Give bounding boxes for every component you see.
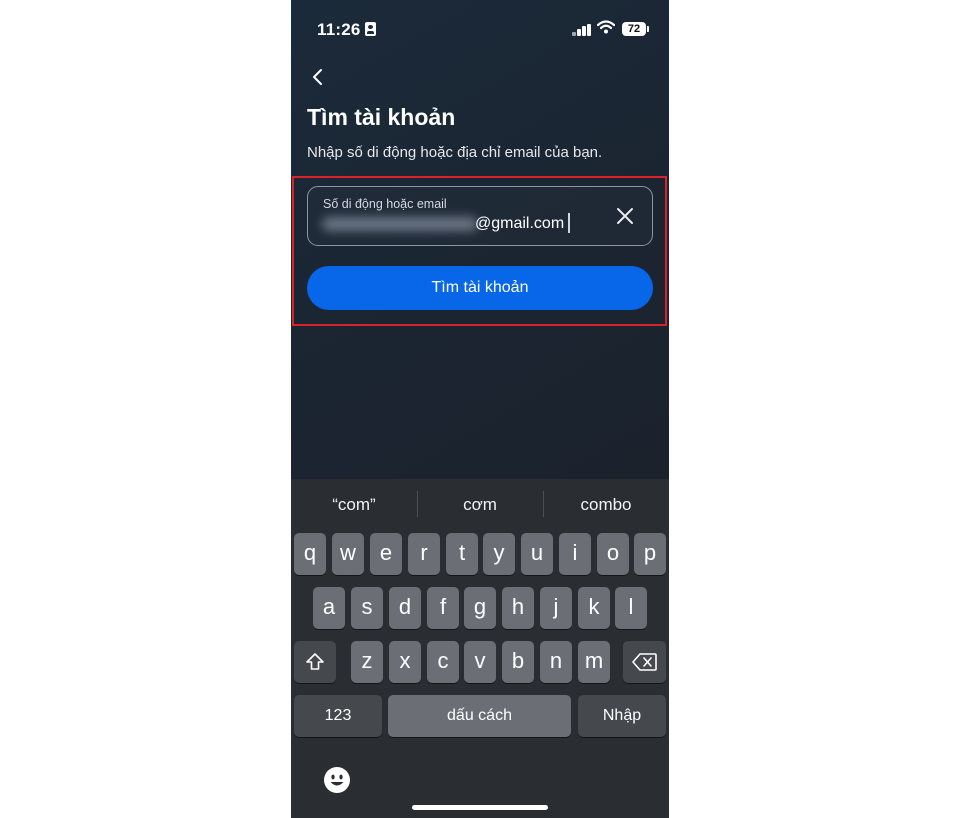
key-t[interactable]: t (446, 533, 478, 575)
keyboard: “com” cơm combo q w e r t y u i o p a s … (291, 479, 669, 818)
suggestion-3[interactable]: combo (543, 495, 669, 515)
key-p[interactable]: p (634, 533, 666, 575)
emoji-button[interactable] (323, 766, 351, 794)
key-q[interactable]: q (294, 533, 326, 575)
key-b[interactable]: b (502, 641, 534, 683)
key-e[interactable]: e (370, 533, 402, 575)
space-key[interactable]: dấu cách (388, 695, 571, 737)
emoji-icon (324, 767, 350, 793)
battery-level: 72 (627, 23, 641, 35)
wifi-icon (597, 20, 615, 34)
key-k[interactable]: k (578, 587, 610, 629)
input-value: @gmail.com (475, 215, 565, 232)
find-account-button[interactable]: Tìm tài khoản (307, 266, 653, 310)
backspace-icon (631, 653, 657, 671)
keyboard-suggestions: “com” cơm combo (291, 479, 669, 531)
key-s[interactable]: s (351, 587, 383, 629)
back-button[interactable] (305, 64, 331, 90)
signal-icon (572, 24, 592, 36)
key-j[interactable]: j (540, 587, 572, 629)
key-o[interactable]: o (597, 533, 629, 575)
page-subtitle: Nhập số di động hoặc địa chỉ email của b… (307, 144, 603, 161)
shift-icon (306, 653, 324, 670)
key-y[interactable]: y (483, 533, 515, 575)
key-a[interactable]: a (313, 587, 345, 629)
phone-screen: 11:26 72 Tìm tài khoản Nhập số di động h… (291, 0, 669, 818)
clear-x-icon (617, 208, 633, 224)
id-card-icon (365, 22, 376, 36)
text-cursor (568, 213, 570, 233)
key-n[interactable]: n (540, 641, 572, 683)
key-h[interactable]: h (502, 587, 534, 629)
numbers-key[interactable]: 123 (294, 695, 382, 737)
clear-input-button[interactable] (614, 205, 636, 227)
key-u[interactable]: u (521, 533, 553, 575)
shift-key[interactable] (294, 641, 336, 683)
key-m[interactable]: m (578, 641, 610, 683)
key-x[interactable]: x (389, 641, 421, 683)
key-i[interactable]: i (559, 533, 591, 575)
key-w[interactable]: w (332, 533, 364, 575)
battery-icon: 72 (622, 22, 649, 36)
key-c[interactable]: c (427, 641, 459, 683)
phone-email-input[interactable]: Số di động hoặc email @gmail.com (307, 186, 653, 246)
return-key[interactable]: Nhập (578, 695, 666, 737)
key-z[interactable]: z (351, 641, 383, 683)
key-v[interactable]: v (464, 641, 496, 683)
home-indicator[interactable] (412, 805, 548, 810)
key-d[interactable]: d (389, 587, 421, 629)
key-g[interactable]: g (464, 587, 496, 629)
status-bar: 11:26 72 (291, 0, 669, 56)
key-f[interactable]: f (427, 587, 459, 629)
input-label: Số di động hoặc email (323, 197, 447, 211)
blurred-email-prefix (322, 217, 478, 231)
suggestion-1[interactable]: “com” (291, 495, 417, 515)
key-r[interactable]: r (408, 533, 440, 575)
page-title: Tìm tài khoản (307, 104, 456, 130)
suggestion-2[interactable]: cơm (417, 495, 543, 515)
back-chevron-icon (313, 69, 322, 85)
status-time: 11:26 (317, 20, 361, 39)
backspace-key[interactable] (623, 641, 666, 683)
key-l[interactable]: l (615, 587, 647, 629)
